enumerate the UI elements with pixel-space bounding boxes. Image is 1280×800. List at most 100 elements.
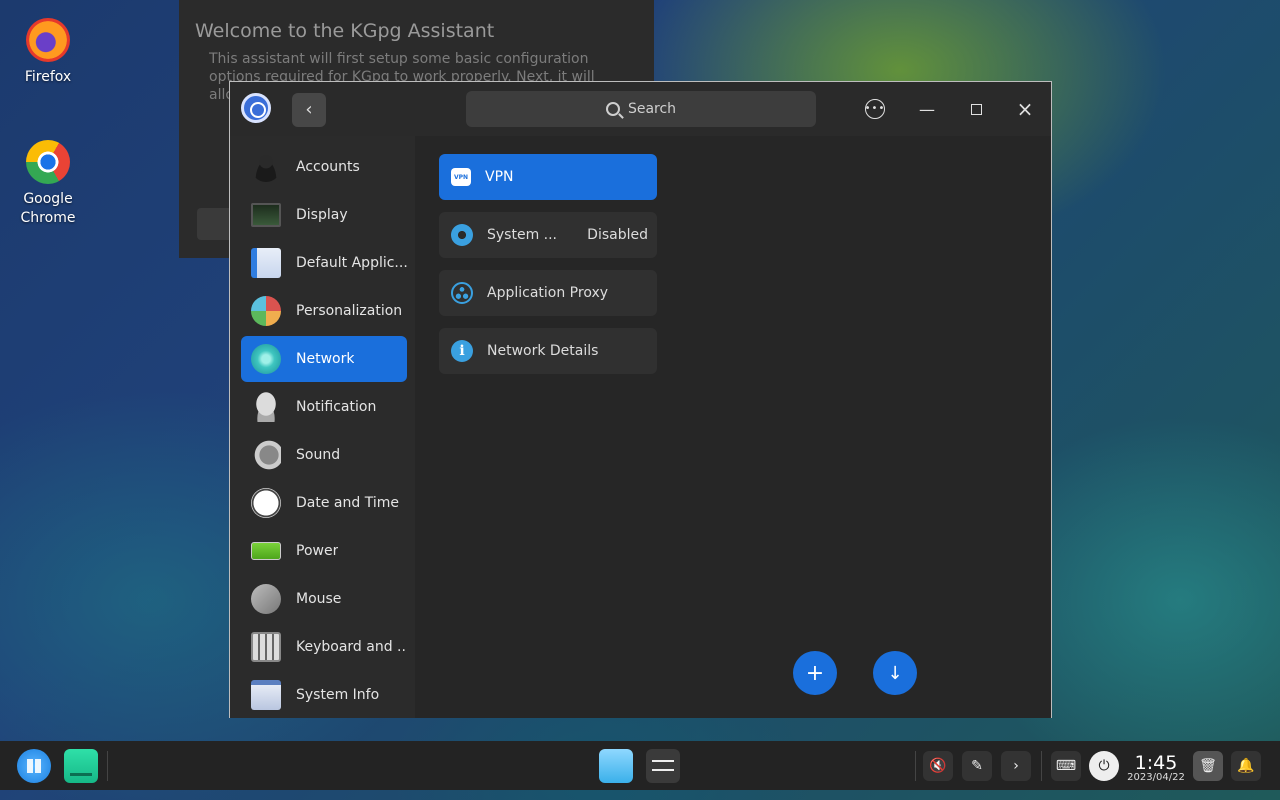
search-input[interactable]: Search [466,91,816,127]
chevron-right-icon: › [1013,758,1019,774]
sidebar-item-label: Date and Time [296,495,399,511]
pen-tool-button[interactable]: ✎ [962,751,992,781]
sidebar-item-label: Default Applic... [296,255,407,271]
trash-button[interactable]: 🗑 [1193,751,1223,781]
sidebar-item-keyboard[interactable]: Keyboard and ... [241,624,407,670]
network-item-label: System ... [487,227,558,243]
clock-date: 2023/04/22 [1127,772,1185,783]
keyboard-icon: ⌨ [1055,758,1077,774]
keyboard-layout-button[interactable]: ⌨ [1051,751,1081,781]
display-icon [251,203,281,227]
arrow-down-icon: ↓ [887,662,903,684]
network-item-network-details[interactable]: i Network Details [439,328,657,374]
control-center-app-icon [241,93,271,123]
accounts-icon [251,152,281,182]
sidebar-item-power[interactable]: Power [241,528,407,574]
network-icon [251,344,281,374]
sidebar-item-mouse[interactable]: Mouse [241,576,407,622]
import-vpn-button[interactable]: ↓ [873,651,917,695]
vpn-icon: VPN [451,168,471,186]
chevron-left-icon: ‹ [305,99,313,120]
battery-icon [251,542,281,560]
trash-icon: 🗑 [1199,758,1217,774]
chrome-icon [26,140,70,184]
network-item-label: Network Details [487,343,599,359]
network-item-system-proxy[interactable]: System ... Disabled [439,212,657,258]
mouse-icon [251,584,281,614]
taskbar-separator [915,751,916,781]
taskbar-separator [107,751,108,781]
notification-bell-icon [251,392,281,422]
network-item-label: Application Proxy [487,285,609,301]
launcher-button[interactable] [17,749,51,783]
sidebar-item-display[interactable]: Display [241,192,407,238]
sidebar-item-label: System Info [296,687,380,703]
personalization-icon [251,296,281,326]
control-center-taskbar-button[interactable] [646,749,680,783]
sidebar-item-notification[interactable]: Notification [241,384,407,430]
volume-muted-button[interactable]: 🔇 [923,751,953,781]
network-item-label: VPN [485,169,514,185]
desktop-icon-firefox[interactable]: Firefox [8,18,88,87]
menu-button[interactable]: ••• [860,94,890,124]
desktop-icon-chrome[interactable]: Google Chrome [8,140,88,228]
pen-icon: ✎ [971,758,983,774]
multitask-view-button[interactable] [64,749,98,783]
add-vpn-button[interactable]: + [793,651,837,695]
maximize-button[interactable] [961,94,991,124]
taskbar: 🔇 ✎ › ⌨ ⏻ 🗑 🔔 [0,741,1280,790]
sidebar-item-accounts[interactable]: Accounts [241,144,407,190]
sidebar-item-label: Notification [296,399,377,415]
notification-center-button[interactable]: 🔔 [1231,751,1261,781]
clock-time[interactable]: 1:45 [1128,752,1184,774]
search-placeholder: Search [627,101,677,117]
dialog-title: Welcome to the KGpg Assistant [195,20,495,42]
volume-muted-icon: 🔇 [929,758,947,774]
tray-expand-button[interactable]: › [1001,751,1031,781]
sidebar-item-label: Display [296,207,348,223]
desktop-icon-label: Firefox [24,69,72,85]
sidebar-item-date-time[interactable]: Date and Time [241,480,407,526]
search-icon [605,102,620,116]
plus-icon: + [805,660,825,686]
sidebar-item-label: Network [296,351,355,367]
power-button[interactable]: ⏻ [1089,751,1119,781]
settings-sidebar: Accounts Display Default Applic... Perso… [230,136,415,718]
maximize-icon [970,103,982,115]
keyboard-icon [251,632,281,662]
network-item-application-proxy[interactable]: Application Proxy [439,270,657,316]
system-info-icon [251,680,281,710]
sidebar-item-network[interactable]: Network [241,336,407,382]
minimize-icon: — [919,99,935,119]
firefox-icon [26,18,70,62]
sidebar-item-label: Keyboard and ... [296,639,407,655]
network-content-panel: VPN VPN System ... Disabled Application … [415,136,1051,718]
system-proxy-status: Disabled [587,227,648,243]
desktop-icon-label: Google Chrome [20,191,76,226]
sliders-icon [652,760,674,762]
sound-icon [251,440,281,470]
sidebar-item-sound[interactable]: Sound [241,432,407,478]
file-manager-button[interactable] [599,749,633,783]
taskbar-separator [1041,751,1042,781]
sidebar-item-label: Power [296,543,339,559]
sidebar-item-default-applications[interactable]: Default Applic... [241,240,407,286]
back-button[interactable]: ‹ [292,93,326,127]
control-center-window: ‹ Search ••• — × Accounts Display Defaul… [229,81,1052,718]
titlebar[interactable]: ‹ Search ••• — × [230,82,1051,136]
info-icon: i [451,340,473,362]
sidebar-item-system-info[interactable]: System Info [241,672,407,718]
sidebar-item-personalization[interactable]: Personalization [241,288,407,334]
network-item-vpn[interactable]: VPN VPN [439,154,657,200]
clock-icon [251,488,281,518]
sidebar-item-label: Sound [296,447,341,463]
close-button[interactable]: × [1010,94,1040,124]
launcher-grid-icon [27,759,41,773]
multitask-icon [70,773,92,776]
power-icon: ⏻ [1098,758,1110,774]
more-options-icon: ••• [865,99,885,119]
bell-icon: 🔔 [1237,758,1255,774]
minimize-button[interactable]: — [912,94,942,124]
sidebar-item-label: Accounts [296,159,360,175]
application-proxy-icon [451,282,473,304]
